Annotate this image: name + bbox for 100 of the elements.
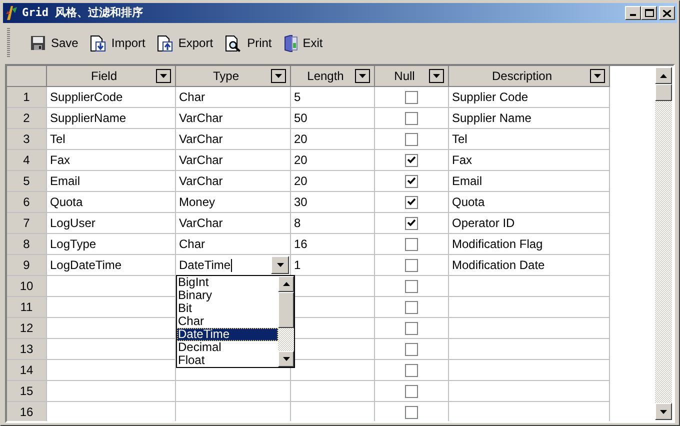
dropdown-option[interactable]: Bit (177, 302, 278, 315)
null-checkbox[interactable] (405, 216, 418, 230)
null-checkbox[interactable] (405, 90, 418, 104)
null-checkbox[interactable] (405, 280, 418, 292)
row-number: 14 (7, 360, 47, 381)
null-checkbox[interactable] (405, 196, 418, 208)
null-checkbox[interactable] (405, 300, 418, 314)
null-checkbox[interactable] (405, 132, 418, 146)
combo-dropdown-button[interactable] (271, 256, 289, 274)
toolbar-button[interactable]: Exit (280, 30, 327, 56)
close-icon (663, 10, 671, 16)
down-triangle-icon (282, 357, 290, 361)
toolbar-button[interactable]: Import (86, 30, 150, 56)
row-number: 6 (7, 192, 47, 213)
filter-dropdown-button[interactable] (271, 69, 286, 83)
table-cell: Fax (449, 150, 610, 171)
scroll-down-button[interactable] (278, 351, 294, 367)
filter-dropdown-button[interactable] (355, 69, 370, 83)
table-cell: 20 (291, 129, 375, 150)
down-triangle-icon (359, 74, 366, 78)
table-cell: 16 (291, 234, 375, 255)
door-icon (284, 34, 298, 52)
scroll-up-button[interactable] (278, 276, 294, 292)
table-cell: Email (47, 171, 176, 192)
null-checkbox[interactable] (405, 342, 418, 356)
table-cell: 50 (291, 108, 375, 129)
table-cell: Quota (47, 192, 176, 213)
table-cell: VarChar (176, 213, 291, 234)
scrollbar[interactable] (278, 276, 294, 367)
dropdown-option[interactable]: Decimal (177, 341, 278, 354)
toolbar-button[interactable]: Save (26, 30, 82, 56)
null-checkbox[interactable] (405, 384, 418, 398)
app-icon (5, 5, 19, 21)
scrollbar[interactable] (655, 67, 672, 420)
dropdown-option[interactable]: Float (177, 354, 278, 367)
row-number: 8 (7, 234, 47, 255)
row-number: 16 (7, 402, 47, 421)
scroll-down-button[interactable] (655, 403, 672, 420)
column-header[interactable]: Length (291, 66, 375, 87)
toolbar-button[interactable]: Export (153, 30, 218, 56)
null-checkbox[interactable] (405, 364, 418, 376)
scroll-thumb[interactable] (655, 84, 672, 101)
minimize-button[interactable] (625, 6, 641, 20)
dropdown-option[interactable]: DateTime (177, 328, 278, 341)
up-triangle-icon (282, 282, 290, 286)
table-cell: LogType (47, 234, 176, 255)
table-cell: VarChar (176, 108, 291, 129)
filter-dropdown-button[interactable] (429, 69, 444, 83)
document-arrow-icon (90, 34, 106, 52)
null-checkbox[interactable] (405, 406, 418, 418)
row-number: 1 (7, 87, 47, 108)
table-cell: Char (176, 87, 291, 108)
row-number: 10 (7, 276, 47, 297)
null-checkbox[interactable] (405, 174, 418, 188)
null-checkbox[interactable] (405, 258, 418, 272)
table-cell: Modification Date (449, 255, 610, 276)
table-cell: Operator ID (449, 213, 610, 234)
table-cell: Money (176, 192, 291, 213)
close-button[interactable] (659, 6, 675, 20)
row-number: 7 (7, 213, 47, 234)
row-number: 12 (7, 318, 47, 339)
down-triangle-icon (160, 74, 167, 78)
null-checkbox[interactable] (405, 322, 418, 334)
table-cell: Quota (449, 192, 610, 213)
scroll-thumb[interactable] (278, 292, 294, 328)
down-triangle-icon (276, 263, 284, 267)
filter-dropdown-button[interactable] (590, 69, 605, 83)
table-cell: 30 (291, 192, 375, 213)
dropdown-option[interactable]: Char (177, 315, 278, 328)
table-cell: Tel (449, 129, 610, 150)
table-cell: Supplier Code (449, 87, 610, 108)
row-number: 3 (7, 129, 47, 150)
table-cell: 5 (291, 87, 375, 108)
maximize-button[interactable] (641, 6, 657, 20)
scroll-up-button[interactable] (655, 67, 672, 84)
table-cell: 20 (291, 171, 375, 192)
table-cell: VarChar (176, 150, 291, 171)
table-cell: 20 (291, 150, 375, 171)
document-arrow-icon (157, 34, 174, 52)
table-cell: Supplier Name (449, 108, 610, 129)
null-checkbox[interactable] (405, 112, 418, 124)
column-header[interactable]: Field (47, 66, 176, 87)
maximize-icon (644, 9, 654, 17)
filter-dropdown-button[interactable] (156, 69, 171, 83)
down-triangle-icon (594, 74, 601, 78)
column-header[interactable]: Null (375, 66, 449, 87)
table-cell: Fax (47, 150, 176, 171)
down-triangle-icon (433, 74, 440, 78)
table-cell: SupplierName (47, 108, 176, 129)
dropdown-option[interactable]: BigInt (177, 276, 278, 289)
column-header[interactable]: Type (176, 66, 291, 87)
toolbar-grip-icon[interactable] (7, 28, 10, 58)
toolbar-button[interactable]: Print (221, 30, 276, 56)
column-header[interactable]: Description (449, 66, 610, 87)
dropdown-option[interactable]: Binary (177, 289, 278, 302)
up-triangle-icon (660, 74, 667, 78)
null-checkbox[interactable] (405, 154, 418, 166)
null-checkbox[interactable] (405, 238, 418, 250)
row-number: 5 (7, 171, 47, 192)
row-number: 13 (7, 339, 47, 360)
